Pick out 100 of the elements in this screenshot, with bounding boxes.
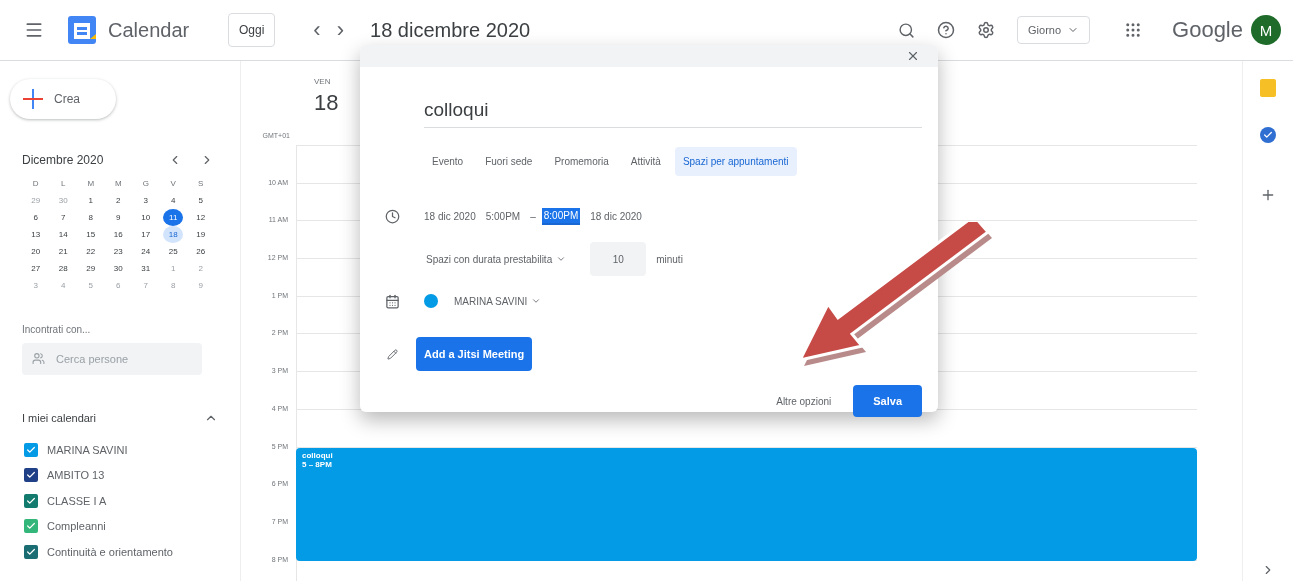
weekday-label: VEN bbox=[314, 77, 331, 86]
calendar-checkbox[interactable] bbox=[24, 468, 38, 483]
day-number[interactable]: 8 bbox=[80, 209, 101, 226]
day-number[interactable]: 29 bbox=[80, 260, 101, 277]
type-tab[interactable]: Evento bbox=[424, 146, 472, 176]
pencil-icon bbox=[386, 348, 398, 360]
day-number[interactable]: 7 bbox=[53, 209, 74, 226]
calendar-logo-icon bbox=[66, 14, 98, 46]
slot-length-field[interactable]: 10 bbox=[590, 242, 647, 276]
day-number[interactable]: 20 bbox=[25, 243, 46, 260]
date-title: 18 dicembre 2020 bbox=[370, 18, 532, 42]
people-icon bbox=[32, 352, 45, 365]
day-number[interactable]: 15 bbox=[80, 226, 101, 243]
day-number[interactable]: 1 bbox=[80, 192, 101, 209]
calendar-name: CLASSE I A bbox=[47, 494, 107, 507]
type-tab[interactable]: Attività bbox=[622, 146, 669, 176]
check-icon bbox=[26, 546, 36, 557]
brand-wordmark: Google bbox=[1172, 17, 1243, 43]
day-number[interactable]: 27 bbox=[25, 260, 46, 277]
day-number[interactable]: 21 bbox=[53, 243, 74, 260]
weekday-label: S bbox=[197, 178, 205, 190]
jitsi-button[interactable]: Add a Jitsi Meeting bbox=[416, 337, 533, 371]
caret-icon bbox=[531, 296, 542, 306]
help-icon[interactable] bbox=[937, 21, 955, 39]
end-date[interactable]: 18 dic 2020 bbox=[590, 210, 642, 222]
type-tab[interactable]: Fuori sede bbox=[477, 146, 541, 176]
more-options-button[interactable]: Altre opzioni bbox=[770, 394, 838, 408]
weekday-label: V bbox=[169, 178, 177, 190]
day-number[interactable]: 13 bbox=[25, 226, 46, 243]
check-icon bbox=[26, 495, 36, 506]
day-number[interactable]: 14 bbox=[53, 226, 74, 243]
save-button[interactable]: Salva bbox=[853, 385, 922, 417]
weekday-label: M bbox=[86, 178, 96, 190]
day-number[interactable]: 31 bbox=[135, 260, 156, 277]
calendar-checkbox[interactable] bbox=[24, 519, 38, 534]
weekday-label: L bbox=[60, 178, 67, 190]
calendar-name: Continuità e orientamento bbox=[47, 545, 173, 558]
start-time[interactable]: 5:00PM bbox=[485, 210, 521, 222]
end-time-field[interactable]: 8:00PM bbox=[541, 207, 581, 225]
weekday-label: G bbox=[141, 178, 150, 190]
menu-icon[interactable] bbox=[24, 20, 44, 40]
weekday-label: D bbox=[31, 178, 40, 190]
avatar[interactable]: M bbox=[1251, 15, 1281, 45]
day-number[interactable]: 18 bbox=[163, 226, 184, 243]
search-icon[interactable] bbox=[898, 21, 915, 39]
day-number[interactable]: 3 bbox=[135, 192, 156, 209]
weekday-label: M bbox=[113, 178, 123, 190]
section-title: I miei calendari bbox=[22, 412, 96, 424]
apps-icon[interactable] bbox=[1124, 21, 1143, 39]
calendar-checkbox[interactable] bbox=[24, 493, 38, 508]
dash: – bbox=[530, 210, 536, 222]
settings-icon[interactable] bbox=[977, 21, 995, 39]
check-icon bbox=[26, 444, 36, 455]
day-number[interactable]: 9 bbox=[108, 209, 129, 226]
start-date[interactable]: 18 dic 2020 bbox=[424, 210, 476, 222]
day-number[interactable]: 6 bbox=[25, 209, 46, 226]
next-button[interactable]: › bbox=[328, 17, 352, 43]
day-number[interactable]: 5 bbox=[190, 192, 211, 209]
day-number[interactable]: 19 bbox=[190, 226, 211, 243]
check-icon bbox=[26, 470, 36, 481]
day-number[interactable]: 22 bbox=[80, 243, 101, 260]
day-number[interactable]: 4 bbox=[163, 192, 184, 209]
create-button[interactable]: Crea bbox=[10, 79, 116, 119]
day-number[interactable]: 11 bbox=[163, 209, 184, 226]
slot-mode-dropdown[interactable]: Spazi con durata prestabilita bbox=[424, 249, 569, 269]
day-number[interactable]: 25 bbox=[163, 243, 184, 260]
app-name: Calendar bbox=[108, 18, 191, 42]
view-dropdown[interactable]: Giorno bbox=[1017, 16, 1091, 44]
calendar-checkbox[interactable] bbox=[24, 544, 38, 559]
clock-icon bbox=[384, 208, 400, 224]
day-number[interactable]: 23 bbox=[108, 243, 129, 260]
calendar-checkbox[interactable] bbox=[24, 442, 38, 457]
meet-label: Incontrati con... bbox=[22, 324, 92, 335]
tasks-icon[interactable] bbox=[1260, 127, 1276, 143]
day-number[interactable]: 2 bbox=[108, 192, 129, 209]
day-number[interactable]: 16 bbox=[108, 226, 129, 243]
close-icon[interactable] bbox=[906, 49, 920, 63]
day-number[interactable]: 12 bbox=[190, 209, 211, 226]
people-search-field[interactable]: Cerca persone bbox=[22, 343, 202, 375]
today-button[interactable]: Oggi bbox=[228, 13, 276, 47]
type-tab[interactable]: Promemoria bbox=[546, 146, 617, 176]
plus-icon[interactable] bbox=[1260, 187, 1276, 203]
day-number[interactable]: 18 bbox=[314, 90, 339, 116]
day-number[interactable]: 30 bbox=[108, 260, 129, 277]
calendar-icon bbox=[384, 293, 400, 309]
day-number[interactable]: 24 bbox=[135, 243, 156, 260]
plus-icon bbox=[22, 88, 44, 110]
event-time: 5 – 8PM bbox=[302, 459, 332, 469]
event-title: colloqui bbox=[302, 450, 334, 460]
month-title: Dicembre 2020 bbox=[22, 153, 105, 167]
day-number[interactable]: 17 bbox=[135, 226, 156, 243]
day-number[interactable]: 28 bbox=[53, 260, 74, 277]
caret-icon bbox=[556, 254, 567, 264]
calendar-name: MARINA SAVINI bbox=[47, 443, 128, 456]
calendar-dropdown[interactable]: MARINA SAVINI bbox=[452, 291, 544, 311]
previous-button[interactable]: ‹ bbox=[305, 17, 329, 43]
type-tab[interactable]: Spazi per appuntamenti bbox=[674, 146, 797, 176]
calendar-name: Compleanni bbox=[47, 520, 106, 533]
day-number[interactable]: 10 bbox=[135, 209, 156, 226]
day-number[interactable]: 26 bbox=[190, 243, 211, 260]
